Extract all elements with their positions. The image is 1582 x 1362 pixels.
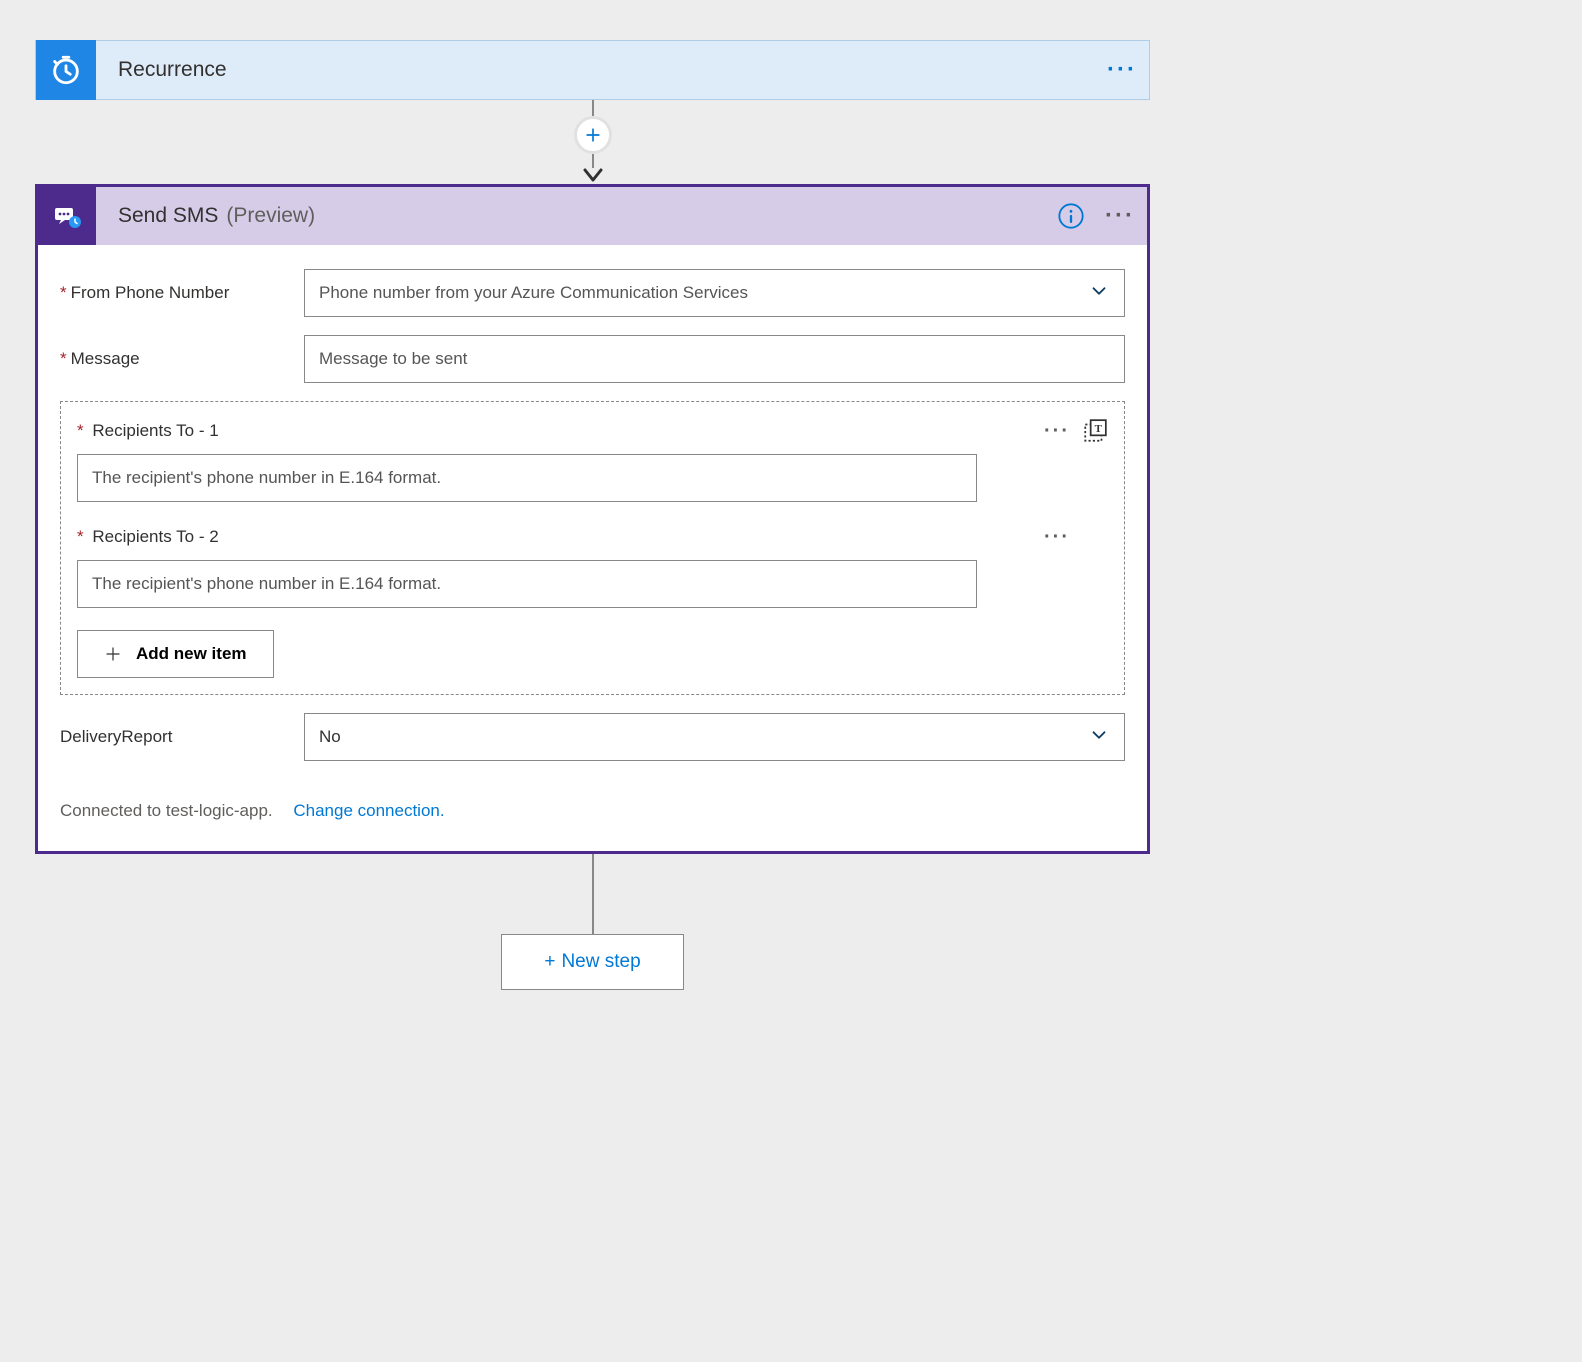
from-phone-row: * From Phone Number Phone number from yo… bbox=[60, 269, 1125, 317]
recipient-1-label: * Recipients To - 1 bbox=[77, 421, 1036, 441]
recipient-2-label-text: Recipients To - 2 bbox=[92, 527, 218, 546]
recipient-2-menu-button[interactable]: ··· bbox=[1036, 526, 1078, 549]
connection-row: Connected to test-logic-app. Change conn… bbox=[60, 801, 1125, 821]
from-phone-control: Phone number from your Azure Communicati… bbox=[304, 269, 1125, 317]
recipient-2-label: * Recipients To - 2 bbox=[77, 527, 1036, 547]
plus-icon bbox=[104, 645, 122, 663]
from-phone-label-text: From Phone Number bbox=[71, 283, 230, 303]
send-sms-header[interactable]: Send SMS (Preview) ··· bbox=[38, 187, 1147, 245]
svg-text:T: T bbox=[1095, 423, 1103, 435]
delivery-report-select[interactable]: No bbox=[304, 713, 1125, 761]
message-control bbox=[304, 335, 1125, 383]
message-label: * Message bbox=[60, 349, 304, 369]
connector-line bbox=[592, 154, 594, 168]
required-asterisk: * bbox=[77, 421, 84, 440]
delivery-report-control: No bbox=[304, 713, 1125, 761]
toggle-array-button[interactable]: T bbox=[1078, 418, 1108, 444]
sms-icon bbox=[38, 187, 96, 245]
recurrence-icon bbox=[36, 40, 96, 100]
message-label-text: Message bbox=[71, 349, 140, 369]
recurrence-menu-button[interactable]: ··· bbox=[1095, 56, 1149, 84]
delivery-report-value: No bbox=[319, 727, 341, 747]
delivery-report-label: DeliveryReport bbox=[60, 727, 304, 747]
recipient-item: * Recipients To - 2 ··· bbox=[77, 524, 1108, 608]
message-row: * Message bbox=[60, 335, 1125, 383]
connector-line bbox=[592, 854, 594, 934]
plus-icon: + bbox=[544, 951, 555, 973]
required-asterisk: * bbox=[60, 349, 67, 369]
from-phone-label: * From Phone Number bbox=[60, 283, 304, 303]
delivery-report-label-text: DeliveryReport bbox=[60, 727, 172, 747]
preview-badge: (Preview) bbox=[226, 204, 315, 228]
recurrence-title: Recurrence bbox=[96, 58, 1095, 82]
add-step-between-button[interactable] bbox=[574, 116, 612, 154]
recurrence-card[interactable]: Recurrence ··· bbox=[35, 40, 1150, 100]
recipient-1-menu-button[interactable]: ··· bbox=[1036, 420, 1078, 443]
chevron-down-icon bbox=[1088, 724, 1110, 751]
add-new-item-label: Add new item bbox=[136, 644, 247, 664]
arrow-down-icon bbox=[581, 168, 605, 184]
info-button[interactable] bbox=[1049, 202, 1093, 230]
connector-line bbox=[592, 100, 594, 116]
change-connection-link[interactable]: Change connection. bbox=[293, 801, 444, 820]
connector bbox=[35, 100, 1150, 184]
send-sms-card: Send SMS (Preview) ··· * From Phone Numb… bbox=[35, 184, 1150, 854]
recipient-2-input[interactable] bbox=[77, 560, 977, 608]
connection-text: Connected to test-logic-app. bbox=[60, 801, 273, 820]
chevron-down-icon bbox=[1088, 280, 1110, 307]
recipient-1-input[interactable] bbox=[77, 454, 977, 502]
send-sms-title: Send SMS (Preview) bbox=[96, 204, 1049, 228]
new-step-button[interactable]: + New step bbox=[501, 934, 683, 990]
send-sms-body: * From Phone Number Phone number from yo… bbox=[38, 245, 1147, 851]
sms-menu-button[interactable]: ··· bbox=[1093, 202, 1147, 230]
delivery-report-row: DeliveryReport No bbox=[60, 713, 1125, 761]
message-input[interactable] bbox=[304, 335, 1125, 383]
required-asterisk: * bbox=[77, 527, 84, 546]
recipient-item: * Recipients To - 1 ··· T bbox=[77, 418, 1108, 502]
recipients-group: * Recipients To - 1 ··· T bbox=[60, 401, 1125, 695]
sms-title-text: Send SMS bbox=[118, 204, 218, 228]
new-step-connector: + New step bbox=[35, 854, 1150, 990]
add-new-item-button[interactable]: Add new item bbox=[77, 630, 274, 678]
from-phone-select[interactable]: Phone number from your Azure Communicati… bbox=[304, 269, 1125, 317]
from-phone-placeholder: Phone number from your Azure Communicati… bbox=[319, 283, 748, 303]
new-step-label: New step bbox=[561, 951, 640, 973]
required-asterisk: * bbox=[60, 283, 67, 303]
recipient-1-label-text: Recipients To - 1 bbox=[92, 421, 218, 440]
